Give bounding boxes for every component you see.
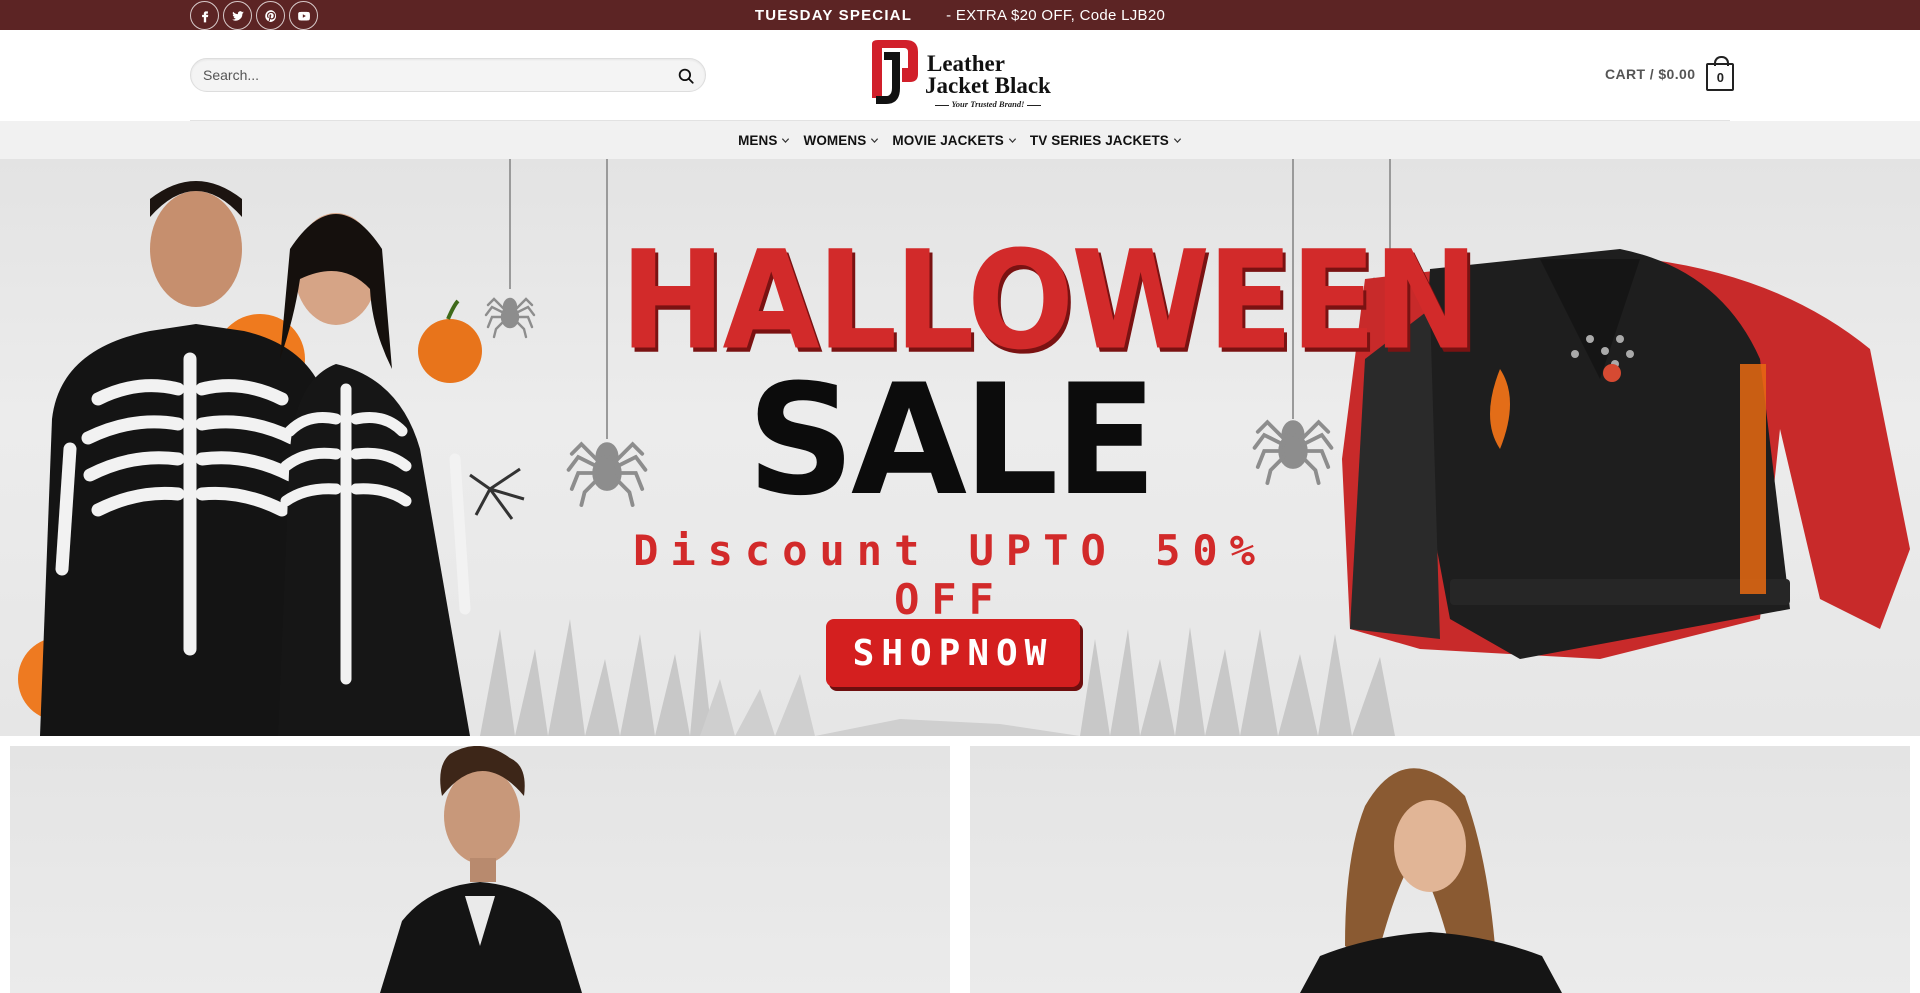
cart-link[interactable]: CART / $0.00 0 bbox=[1605, 56, 1735, 92]
promo-title: TUESDAY SPECIAL bbox=[754, 6, 913, 24]
hero-couple-image bbox=[18, 181, 525, 736]
cart-label: CART / $0.00 bbox=[1605, 66, 1696, 82]
promo-text: - EXTRA $20 OFF, Code LJB20 bbox=[946, 6, 1166, 24]
logo-tagline: Your Trusted Brand! bbox=[925, 99, 1051, 109]
mens-category-tile[interactable] bbox=[10, 746, 950, 993]
nav-item-label: WOMENS bbox=[803, 132, 867, 148]
womens-category-tile[interactable] bbox=[970, 746, 1910, 993]
site-logo[interactable]: Leather Jacket Black Your Trusted Brand! bbox=[866, 36, 1052, 112]
logo-mark-icon bbox=[872, 40, 918, 104]
announcement-bar: TUESDAY SPECIAL - EXTRA $20 OFF, Code LJ… bbox=[0, 0, 1920, 30]
mens-model-image bbox=[380, 746, 582, 993]
promo-message: TUESDAY SPECIAL - EXTRA $20 OFF, Code LJ… bbox=[0, 0, 1920, 30]
cart-count-badge: 0 bbox=[1706, 56, 1735, 91]
hero-banner[interactable]: HALLOWEEN SALE Discount UPTO 50% OFF SHO… bbox=[0, 159, 1920, 736]
search-icon[interactable] bbox=[673, 63, 699, 89]
nav-item-tv-series-jackets[interactable]: TV SERIES JACKETS bbox=[1030, 133, 1182, 148]
hero-subtitle: SALE bbox=[746, 352, 1157, 530]
nav-item-womens[interactable]: WOMENS bbox=[803, 133, 879, 148]
nav-item-label: MOVIE JACKETS bbox=[892, 132, 1004, 148]
hero-title: HALLOWEEN bbox=[620, 221, 1479, 380]
womens-model-image bbox=[1300, 768, 1562, 993]
search-input[interactable] bbox=[201, 59, 661, 91]
chevron-down-icon bbox=[1008, 137, 1017, 143]
chevron-down-icon bbox=[1173, 137, 1181, 143]
chevron-down-icon bbox=[871, 137, 879, 143]
nav-item-label: MENS bbox=[738, 132, 778, 148]
chevron-down-icon bbox=[782, 137, 790, 143]
nav-item-movie-jackets[interactable]: MOVIE JACKETS bbox=[892, 133, 1017, 148]
nav-item-mens[interactable]: MENS bbox=[738, 133, 790, 148]
hero-discount-text: Discount UPTO 50% OFF bbox=[633, 526, 1267, 624]
logo-line-2: Jacket Black bbox=[925, 73, 1051, 98]
site-header: Leather Jacket Black Your Trusted Brand!… bbox=[0, 30, 1920, 120]
shop-now-button[interactable]: SHOPNOW bbox=[826, 619, 1080, 687]
search-bar bbox=[190, 58, 706, 92]
main-nav: MENS WOMENS MOVIE JACKETS TV SERIES JACK… bbox=[0, 121, 1920, 159]
nav-item-label: TV SERIES JACKETS bbox=[1029, 132, 1169, 148]
